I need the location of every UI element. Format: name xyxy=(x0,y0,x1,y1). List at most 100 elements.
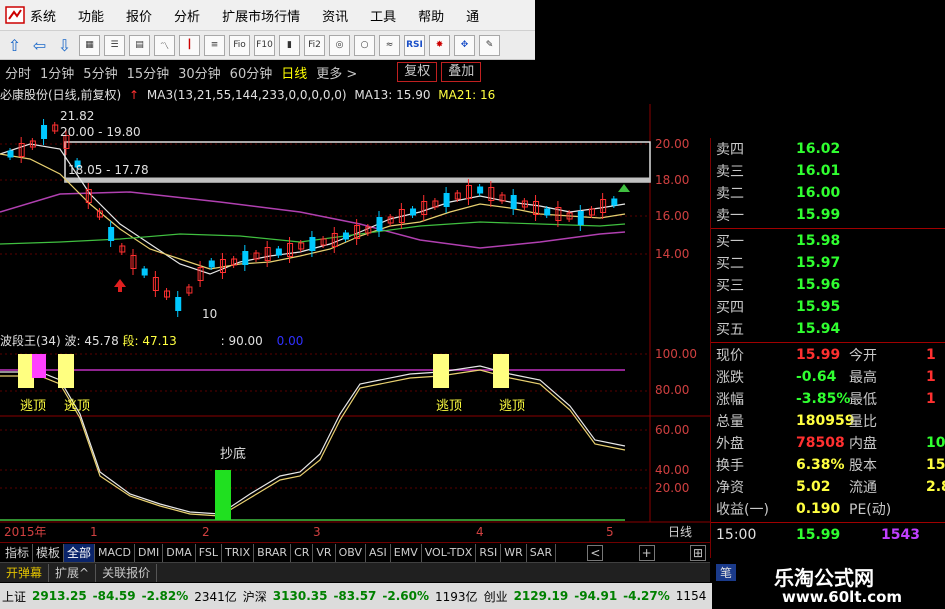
tab-wr[interactable]: WR xyxy=(501,543,527,562)
tab-add-icon[interactable]: + xyxy=(638,544,655,561)
tab-asi[interactable]: ASI xyxy=(366,543,391,562)
tab-sar[interactable]: SAR xyxy=(527,543,557,562)
menu-function[interactable]: 功能 xyxy=(78,6,104,25)
sell-price: 16.00 xyxy=(796,185,841,201)
tab-vr[interactable]: VR xyxy=(313,543,336,562)
tab-brar[interactable]: BRAR xyxy=(254,543,292,562)
indicator-axis-label: 20.00 xyxy=(655,481,689,495)
quote-value: 180959 xyxy=(796,413,855,429)
candle-body xyxy=(275,248,282,256)
list-icon[interactable]: ☰ xyxy=(104,34,125,56)
tab-dmi[interactable]: DMI xyxy=(135,543,164,562)
wave-icon[interactable]: ≈ xyxy=(379,34,400,56)
menu-more[interactable]: 通 xyxy=(466,6,479,25)
buy-price: 15.94 xyxy=(796,321,841,337)
f10-button[interactable]: F10 xyxy=(254,34,275,56)
danmaku-toggle[interactable]: 开弹幕 xyxy=(0,563,50,582)
rsi-button[interactable]: RSI xyxy=(404,34,425,56)
indicator-axis-label: 100.00 xyxy=(655,347,697,361)
cycle-icon[interactable]: ◎ xyxy=(329,34,350,56)
tab-settings-icon[interactable]: ⊞ xyxy=(689,544,706,561)
tab-fsl[interactable]: FSL xyxy=(196,543,222,562)
quote-label: 换手 xyxy=(716,458,744,474)
expand-tab[interactable]: 扩展^ xyxy=(49,563,97,582)
tab-macd[interactable]: MACD xyxy=(95,543,136,562)
menu-system[interactable]: 系统 xyxy=(30,6,56,25)
menu-quote[interactable]: 报价 xyxy=(126,6,152,25)
quote-value: 2.8 xyxy=(926,479,945,495)
index-value: 2913.25 xyxy=(32,589,87,603)
tab-indicators[interactable]: 指标 xyxy=(2,543,34,562)
quote-label: 外盘 xyxy=(716,436,744,452)
tab-template[interactable]: 模板 xyxy=(33,543,65,562)
quote-label: 量比 xyxy=(849,414,877,430)
sell-price: 15.99 xyxy=(796,207,841,223)
quote-label: 现价 xyxy=(716,348,744,364)
quote-label: 总量 xyxy=(716,414,744,430)
period-daily[interactable]: 日线 xyxy=(281,63,307,82)
move-icon[interactable]: ✥ xyxy=(454,34,475,56)
menu-tools[interactable]: 工具 xyxy=(370,6,396,25)
tab-rsi[interactable]: RSI xyxy=(476,543,502,562)
bar-icon[interactable]: ▮ xyxy=(279,34,300,56)
kline-chart[interactable]: 20.00 18.00 16.00 14.00 21.82 20.00 - 19… xyxy=(0,84,710,540)
fi2-button[interactable]: Fi2 xyxy=(304,34,325,56)
period-60min[interactable]: 60分钟 xyxy=(230,63,273,82)
restore-rights-button[interactable]: 复权 xyxy=(397,62,438,82)
menu-news[interactable]: 资讯 xyxy=(322,6,348,25)
tab-emv[interactable]: EMV xyxy=(391,543,422,562)
left-arrow-icon[interactable]: ⇦ xyxy=(29,35,50,56)
signal-label-escape: 逃顶 xyxy=(20,399,46,414)
period-1min[interactable]: 1分钟 xyxy=(40,63,74,82)
tab-vol-tdx[interactable]: VOL-TDX xyxy=(422,543,477,562)
table-icon[interactable]: ▤ xyxy=(129,34,150,56)
period-15min[interactable]: 15分钟 xyxy=(127,63,170,82)
quote-value: 15 xyxy=(926,457,945,473)
up-arrow-icon[interactable]: ⇧ xyxy=(4,35,25,56)
index-change: -83.57 xyxy=(333,589,377,603)
buy-price: 15.98 xyxy=(796,233,841,249)
line-chart-icon[interactable]: 〽 xyxy=(154,34,175,56)
menu-extended-market[interactable]: 扩展市场行情 xyxy=(222,6,300,25)
menu-help[interactable]: 帮助 xyxy=(418,6,444,25)
signal-label-bottom: 抄底 xyxy=(220,446,246,462)
index-name: 上证 xyxy=(2,589,27,604)
buy-level-label: 买一 xyxy=(716,234,744,250)
tick-price: 15.99 xyxy=(796,527,841,543)
period-timeshare[interactable]: 分时 xyxy=(5,63,31,82)
time-axis-mark: 2 xyxy=(202,525,210,539)
quote-label: 净资 xyxy=(716,480,744,496)
tab-scroll-left-icon[interactable]: < xyxy=(587,544,604,561)
tab-obv[interactable]: OBV xyxy=(336,543,366,562)
grid-icon[interactable]: ▦ xyxy=(79,34,100,56)
candle-body xyxy=(611,198,618,206)
tool-icon[interactable]: ✎ xyxy=(479,34,500,56)
candle-chart-icon[interactable]: ┃ xyxy=(179,34,200,56)
overlay-button[interactable]: 叠加 xyxy=(441,62,482,82)
quote-value: 1 xyxy=(926,391,936,407)
tab-dma[interactable]: DMA xyxy=(163,543,196,562)
quote-label: 今开 xyxy=(849,348,877,364)
tab-trix[interactable]: TRIX xyxy=(222,543,255,562)
percent-icon[interactable]: ○ xyxy=(354,34,375,56)
period-30min[interactable]: 30分钟 xyxy=(178,63,221,82)
time-axis-mark: 1 xyxy=(90,525,98,539)
tab-all[interactable]: 全部 xyxy=(64,543,96,562)
sun-icon[interactable]: ✸ xyxy=(429,34,450,56)
related-quotes-tab[interactable]: 关联报价 xyxy=(96,563,158,582)
menu-analysis[interactable]: 分析 xyxy=(174,6,200,25)
index-amount: 1154 xyxy=(675,589,707,603)
candle-body xyxy=(410,208,417,216)
quote-label: 涨幅 xyxy=(716,392,744,408)
fio-button[interactable]: Fio xyxy=(229,34,250,56)
index-name: 沪深 xyxy=(242,589,267,604)
quote-label: PE(动) xyxy=(849,502,892,518)
period-5min[interactable]: 5分钟 xyxy=(83,63,117,82)
quote-label: 最高 xyxy=(849,370,877,386)
tick-volume: 1543 xyxy=(881,527,920,543)
tab-cr[interactable]: CR xyxy=(291,543,314,562)
down-arrow-icon[interactable]: ⇩ xyxy=(54,35,75,56)
period-more[interactable]: 更多 > xyxy=(316,63,357,82)
candle-body xyxy=(443,193,450,207)
stack-icon[interactable]: ≡ xyxy=(204,34,225,56)
